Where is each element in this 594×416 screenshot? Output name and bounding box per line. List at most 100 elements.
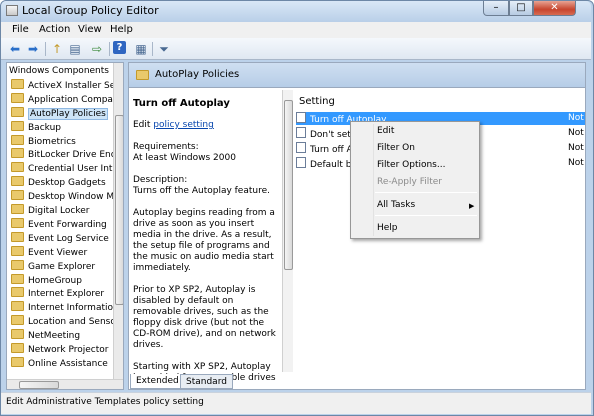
- tree-root-windows-components[interactable]: Windows Components: [9, 65, 109, 78]
- menu-view[interactable]: View: [78, 24, 102, 35]
- tree-item-label: Location and Sensor: [28, 317, 120, 328]
- tree-item[interactable]: Biometrics: [11, 134, 76, 148]
- folder-icon: [11, 315, 24, 326]
- tree-item-label: Event Log Service: [28, 233, 109, 244]
- tree-item[interactable]: NetMeeting: [11, 329, 80, 342]
- tree-item[interactable]: Event Log Service: [11, 231, 109, 245]
- help-icon[interactable]: ?: [113, 41, 126, 54]
- tree-item-label: BitLocker Drive Encry: [28, 150, 124, 161]
- tree-item[interactable]: AutoPlay Policies: [11, 106, 108, 120]
- export-list-icon[interactable]: ⇨: [89, 41, 105, 57]
- menu-action[interactable]: Action: [39, 24, 70, 35]
- tree-scroll-thumb[interactable]: [115, 115, 123, 305]
- requirements-label: Requirements:: [133, 142, 199, 152]
- folder-icon: [11, 176, 24, 187]
- tree-item[interactable]: Desktop Window Ma: [11, 190, 120, 203]
- tab-standard[interactable]: Standard: [180, 374, 233, 389]
- tree-item-label: Network Projector: [28, 345, 109, 355]
- policy-description: Turn off Autoplay Edit policy setting Re…: [133, 98, 279, 389]
- folder-icon: [11, 134, 24, 145]
- tree-item[interactable]: Digital Locker: [11, 204, 90, 217]
- tree-item[interactable]: Network Projector: [11, 343, 108, 356]
- policy-setting-icon: [296, 142, 306, 153]
- context-edit[interactable]: Edit: [377, 126, 394, 136]
- folder-icon: [11, 245, 24, 256]
- context-help[interactable]: Help: [377, 223, 398, 233]
- tree-item-label: Windows Components: [9, 66, 109, 76]
- back-arrow-icon[interactable]: ⬅: [7, 41, 23, 57]
- policy-setting-icon: [296, 157, 306, 168]
- setting-state: Not: [568, 143, 584, 153]
- column-header-setting[interactable]: Setting: [299, 96, 335, 107]
- folder-icon: [11, 148, 24, 159]
- status-text: Edit Administrative Templates policy set…: [6, 397, 204, 407]
- folder-icon: [11, 217, 24, 228]
- show-hide-tree-icon[interactable]: ▤: [67, 41, 83, 57]
- setting-state: Not: [568, 113, 584, 123]
- edit-policy-link[interactable]: policy setting: [153, 120, 214, 130]
- folder-icon: [11, 92, 24, 103]
- description-scrollbar[interactable]: [282, 90, 293, 372]
- tree-item[interactable]: Event Viewer: [11, 245, 87, 259]
- tree-item-label: ActiveX Installer Serv: [28, 80, 124, 91]
- submenu-arrow-icon: ▶: [469, 202, 475, 210]
- tree-item[interactable]: Game Explorer: [11, 259, 95, 273]
- context-filter-on[interactable]: Filter On: [377, 143, 415, 153]
- toolbar-separator: [109, 42, 110, 56]
- menu-file[interactable]: File: [12, 24, 29, 35]
- tree-item[interactable]: Location and Sensor: [11, 315, 120, 328]
- tree-item[interactable]: HomeGroup: [11, 273, 82, 287]
- tree-item[interactable]: Application Compat: [11, 92, 116, 106]
- menu-help[interactable]: Help: [110, 24, 133, 35]
- status-bar: Edit Administrative Templates policy set…: [1, 392, 591, 414]
- tree-item[interactable]: Event Forwarding: [11, 217, 107, 231]
- details-title: AutoPlay Policies: [155, 69, 240, 80]
- tree-horizontal-scrollbar[interactable]: [7, 379, 123, 389]
- policy-title: Turn off Autoplay: [133, 98, 230, 109]
- tree-item[interactable]: Credential User Inter: [11, 162, 122, 175]
- setting-state: Not: [568, 128, 584, 138]
- context-filter-options[interactable]: Filter Options...: [377, 160, 445, 170]
- properties-icon[interactable]: ▦: [133, 41, 149, 57]
- folder-icon: [11, 259, 24, 270]
- tree-item[interactable]: Internet Information: [11, 301, 119, 314]
- tree-item-label: HomeGroup: [28, 275, 82, 286]
- description-scroll-thumb[interactable]: [284, 100, 293, 270]
- tree-vertical-scrollbar[interactable]: [113, 63, 123, 379]
- tree-item[interactable]: Backup: [11, 120, 61, 134]
- maximize-button[interactable]: □: [509, 1, 533, 16]
- requirements-value: At least Windows 2000: [133, 153, 236, 163]
- minimize-button[interactable]: –: [483, 1, 509, 16]
- tree-item-label: AutoPlay Policies: [28, 107, 108, 120]
- context-all-tasks[interactable]: All Tasks: [377, 200, 415, 210]
- context-reapply-filter: Re-Apply Filter: [377, 177, 442, 187]
- tree-item[interactable]: BitLocker Drive Encry: [11, 148, 124, 161]
- tree-item[interactable]: Online Assistance: [11, 356, 108, 370]
- tree-item[interactable]: Desktop Gadgets: [11, 176, 106, 189]
- folder-icon: [11, 343, 24, 353]
- folder-icon: [11, 162, 24, 173]
- tree-item-label: Digital Locker: [28, 206, 90, 216]
- close-button[interactable]: ✕: [533, 1, 576, 16]
- app-icon: [6, 5, 18, 16]
- tab-extended[interactable]: Extended: [130, 374, 185, 389]
- tree-hscroll-thumb[interactable]: [19, 381, 59, 389]
- tree-item-label: Desktop Gadgets: [28, 178, 106, 189]
- view-tabs: Extended Standard: [128, 374, 368, 390]
- tree-item-label: Biometrics: [28, 136, 76, 147]
- setting-name: Turn off A: [310, 145, 353, 155]
- edit-prefix: Edit: [133, 120, 154, 130]
- filter-icon[interactable]: ⏷: [156, 41, 172, 57]
- tree-item[interactable]: Internet Explorer: [11, 287, 104, 300]
- description-value: Turns off the Autoplay feature.: [133, 186, 270, 196]
- context-menu: Edit Filter On Filter Options... Re-Appl…: [350, 121, 480, 239]
- folder-icon: [11, 329, 24, 340]
- tree-item-label: Event Forwarding: [28, 219, 107, 230]
- toolbar-separator: [45, 42, 46, 56]
- up-folder-icon[interactable]: ↑: [49, 41, 65, 57]
- folder-icon: [11, 287, 24, 298]
- tree-item[interactable]: ActiveX Installer Serv: [11, 78, 124, 92]
- forward-arrow-icon[interactable]: ➡: [25, 41, 41, 57]
- folder-icon: [11, 190, 24, 201]
- policy-setting-icon: [296, 112, 306, 123]
